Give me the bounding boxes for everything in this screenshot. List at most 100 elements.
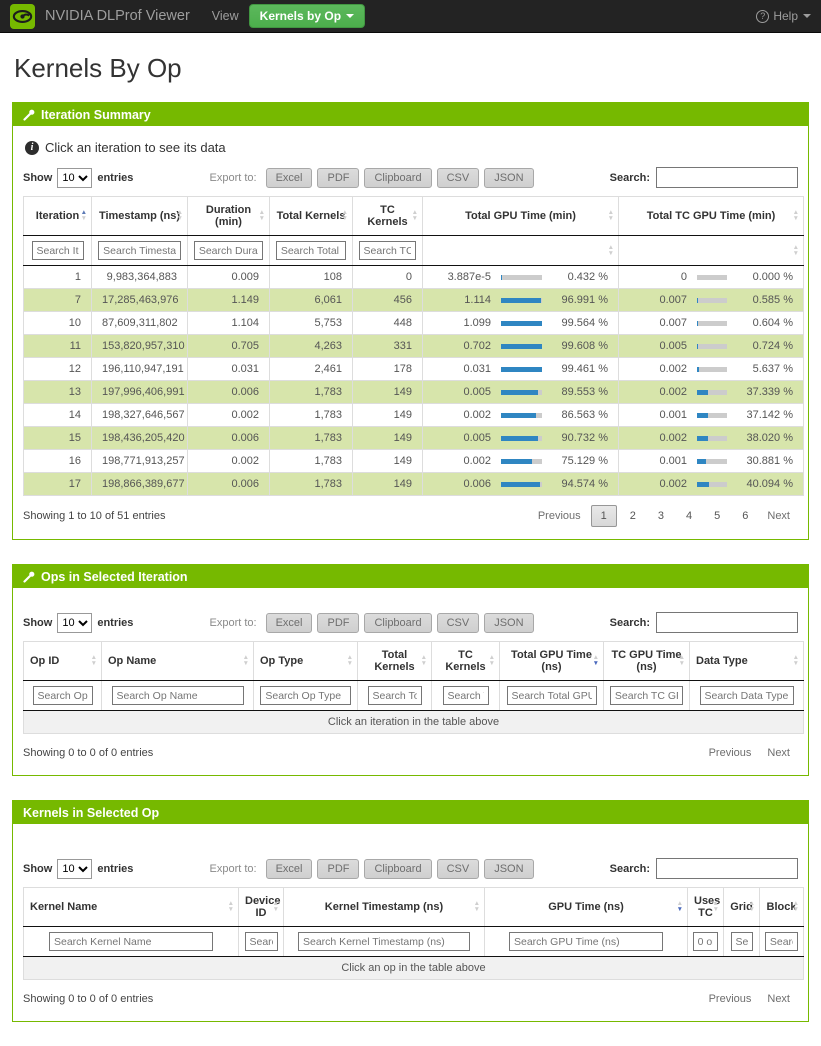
export-json-button[interactable]: JSON: [484, 859, 533, 879]
column-search-input[interactable]: [368, 686, 422, 705]
time-value: 1.114: [433, 294, 491, 306]
column-search-input[interactable]: [276, 241, 346, 260]
iteration-row[interactable]: 1087,609,311,8021.1045,7534481.09999.564…: [24, 312, 804, 335]
export-json-button[interactable]: JSON: [484, 168, 533, 188]
export-clipboard-button[interactable]: Clipboard: [364, 613, 431, 633]
page-button-5[interactable]: 5: [705, 506, 729, 526]
export-csv-button[interactable]: CSV: [437, 168, 480, 188]
column-header-total-kernels[interactable]: Total Kernels▲▼: [358, 642, 432, 681]
nav-help-dropdown[interactable]: ? Help: [756, 9, 811, 23]
next-page-button[interactable]: Next: [759, 989, 798, 1009]
column-header-op-type[interactable]: Op Type▲▼: [254, 642, 358, 681]
export-excel-button[interactable]: Excel: [266, 168, 313, 188]
column-search-input[interactable]: [112, 686, 244, 705]
column-search-input[interactable]: [509, 932, 663, 951]
export-pdf-button[interactable]: PDF: [317, 168, 359, 188]
export-pdf-button[interactable]: PDF: [317, 613, 359, 633]
page-size-select[interactable]: 10: [57, 168, 92, 188]
page-button-4[interactable]: 4: [677, 506, 701, 526]
time-value: 0.007: [629, 294, 687, 306]
page-size-select[interactable]: 10: [57, 613, 92, 633]
column-search-input[interactable]: [32, 241, 84, 260]
iteration-row[interactable]: 14198,327,646,5670.0021,7831490.00286.56…: [24, 404, 804, 427]
column-header-tc-gpu-time-ns[interactable]: TC GPU Time (ns)▲▼: [604, 642, 690, 681]
kernels-in-op-panel: Kernels in Selected Op Show 10 entries E…: [12, 800, 809, 1022]
page-button-2[interactable]: 2: [621, 506, 645, 526]
page-button-3[interactable]: 3: [649, 506, 673, 526]
column-search-input[interactable]: [443, 686, 489, 705]
column-header-device-id[interactable]: Device ID▲▼: [239, 888, 284, 927]
column-search-input[interactable]: [245, 932, 278, 951]
export-excel-button[interactable]: Excel: [266, 613, 313, 633]
column-search-input[interactable]: [49, 932, 213, 951]
page-size-control: Show 10 entries: [23, 613, 133, 633]
column-header-total-kernels[interactable]: Total Kernels▲▼: [270, 197, 353, 236]
column-header-total-gpu-time-min[interactable]: Total GPU Time (min)▲▼: [423, 197, 619, 236]
column-search-input[interactable]: [194, 241, 263, 260]
column-search-input[interactable]: [260, 686, 350, 705]
iteration-row[interactable]: 13197,996,406,9910.0061,7831490.00589.55…: [24, 381, 804, 404]
column-search-input[interactable]: [610, 686, 683, 705]
column-header-op-id[interactable]: Op ID▲▼: [24, 642, 102, 681]
app-title[interactable]: NVIDIA DLProf Viewer: [45, 8, 190, 24]
iteration-row[interactable]: 17198,866,389,6770.0061,7831490.00694.57…: [24, 473, 804, 496]
page-button-1[interactable]: 1: [591, 505, 617, 527]
iteration-row[interactable]: 717,285,463,9761.1496,0614561.11496.991 …: [24, 289, 804, 312]
search-input[interactable]: [656, 858, 798, 879]
column-header-duration-min[interactable]: Duration (min)▲▼: [188, 197, 270, 236]
search-input[interactable]: [656, 167, 798, 188]
column-search-input[interactable]: [700, 686, 794, 705]
column-search-input[interactable]: [98, 241, 181, 260]
column-search-input[interactable]: [731, 932, 753, 951]
export-json-button[interactable]: JSON: [484, 613, 533, 633]
column-search-input[interactable]: [765, 932, 798, 951]
pagination: Previous Next: [701, 989, 798, 1009]
iteration-row[interactable]: 11153,820,957,3100.7054,2633310.70299.60…: [24, 335, 804, 358]
previous-page-button[interactable]: Previous: [701, 989, 760, 1009]
filter-cell: [760, 927, 804, 957]
percent-value: 90.732 %: [552, 432, 608, 444]
column-header-grid[interactable]: Grid▲▼: [724, 888, 760, 927]
column-header-data-type[interactable]: Data Type▲▼: [690, 642, 804, 681]
column-header-block[interactable]: Block▲▼: [760, 888, 804, 927]
column-search-input[interactable]: [33, 686, 93, 705]
page-button-6[interactable]: 6: [733, 506, 757, 526]
column-search-input[interactable]: [693, 932, 719, 951]
export-csv-button[interactable]: CSV: [437, 613, 480, 633]
search-input[interactable]: [656, 612, 798, 633]
nav-kernels-by-op-dropdown[interactable]: Kernels by Op: [249, 4, 365, 28]
iteration-row[interactable]: 19,983,364,8830.00910803.887e-50.432 %00…: [24, 266, 804, 289]
column-header-total-tc-gpu-time-min[interactable]: Total TC GPU Time (min)▲▼: [619, 197, 804, 236]
iteration-cell: 12: [24, 358, 92, 381]
export-clipboard-button[interactable]: Clipboard: [364, 859, 431, 879]
iteration-row[interactable]: 12196,110,947,1910.0312,4611780.03199.46…: [24, 358, 804, 381]
column-header-kernel-name[interactable]: Kernel Name▲▼: [24, 888, 239, 927]
column-header-iteration[interactable]: Iteration▲▼: [24, 197, 92, 236]
next-page-button[interactable]: Next: [759, 506, 798, 526]
page-size-select[interactable]: 10: [57, 859, 92, 879]
column-header-gpu-time-ns[interactable]: GPU Time (ns)▲▼: [485, 888, 688, 927]
export-clipboard-button[interactable]: Clipboard: [364, 168, 431, 188]
sort-icon: ▲▼: [793, 901, 799, 913]
previous-page-button[interactable]: Previous: [701, 743, 760, 763]
percent-value: 99.461 %: [552, 363, 608, 375]
previous-page-button[interactable]: Previous: [530, 506, 589, 526]
iteration-row[interactable]: 16198,771,913,2570.0021,7831490.00275.12…: [24, 450, 804, 473]
column-header-total-gpu-time-ns[interactable]: Total GPU Time (ns)▲▼: [500, 642, 604, 681]
sort-icon: ▲▼: [608, 210, 614, 222]
next-page-button[interactable]: Next: [759, 743, 798, 763]
nav-menu-view[interactable]: View: [212, 9, 239, 23]
iteration-row[interactable]: 15198,436,205,4200.0061,7831490.00590.73…: [24, 427, 804, 450]
column-header-tc-kernels[interactable]: TC Kernels▲▼: [353, 197, 423, 236]
column-header-uses-tc[interactable]: Uses TC▲▼: [688, 888, 724, 927]
column-header-kernel-timestamp-ns[interactable]: Kernel Timestamp (ns)▲▼: [284, 888, 485, 927]
column-search-input[interactable]: [359, 241, 417, 260]
column-header-timestamp-ns[interactable]: Timestamp (ns)▲▼: [92, 197, 188, 236]
export-pdf-button[interactable]: PDF: [317, 859, 359, 879]
column-header-tc-kernels[interactable]: TC Kernels▲▼: [432, 642, 500, 681]
export-csv-button[interactable]: CSV: [437, 859, 480, 879]
column-header-op-name[interactable]: Op Name▲▼: [102, 642, 254, 681]
column-search-input[interactable]: [507, 686, 597, 705]
column-search-input[interactable]: [298, 932, 470, 951]
export-excel-button[interactable]: Excel: [266, 859, 313, 879]
